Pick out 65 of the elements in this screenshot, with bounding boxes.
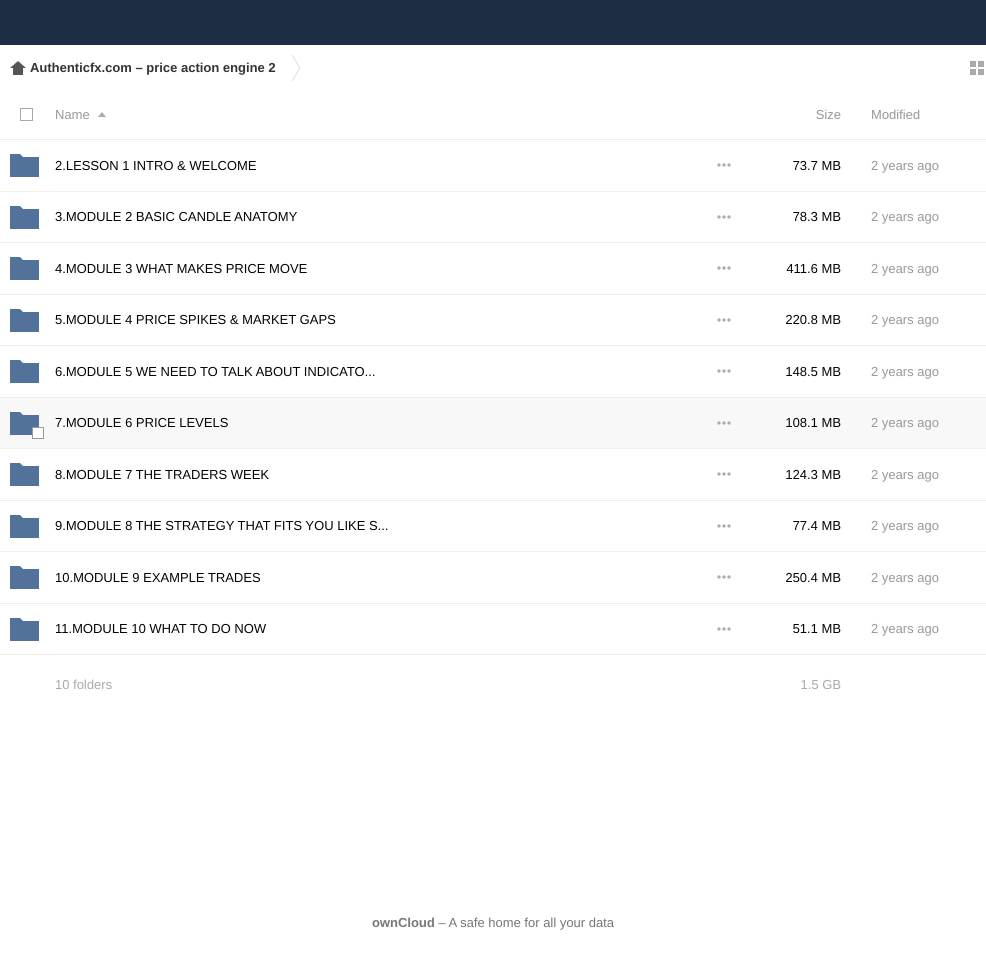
folder-row[interactable]: 5.MODULE 4 PRICE SPIKES & MARKET GAPS 220.8 MB 2 years ago [0,294,986,346]
modified-time: 2 years ago [870,208,940,226]
folder-icon [10,204,39,229]
folder-size: 78.3 MB [792,208,841,226]
folder-icon [10,616,39,641]
folder-name[interactable]: 6.MODULE 5 WE NEED TO TALK ABOUT INDICATO... [55,362,376,381]
chevron-icon [290,54,301,80]
modified-time: 2 years ago [870,414,940,432]
folder-icon [10,410,39,435]
folder-size: 148.5 MB [784,362,841,380]
folder-icon [10,462,39,486]
modified-time: 2 years ago [870,311,940,329]
more-options-icon[interactable] [717,626,731,631]
folder-name[interactable]: 9.MODULE 8 THE STRATEGY THAT FITS YOU LIKE S... [55,516,389,536]
folder-icon [10,256,39,280]
folder-row[interactable]: 11.MODULE 10 WHAT TO DO NOW 51.1 MB 2 years ago [0,604,986,655]
folder-row[interactable]: 9.MODULE 8 THE STRATEGY THAT FITS YOU LIKE S... 77.4 MB 2 years ago [0,500,986,552]
more-options-icon[interactable] [717,214,731,219]
modified-time: 2 years ago [870,466,940,484]
modified-time: 2 years ago [870,156,940,175]
folder-icon [10,153,39,178]
folder-name[interactable]: 4.MODULE 3 WHAT MAKES PRICE MOVE [55,258,308,278]
folder-icon [10,565,39,590]
footer-text: ownCloud – A safe home for all your data [372,914,614,932]
folder-name[interactable]: 11.MODULE 10 WHAT TO DO NOW [55,619,266,638]
folder-size: 220.8 MB [784,311,841,329]
folder-icon [10,514,39,538]
folder-size: 124.3 MB [784,466,841,484]
folder-size: 51.1 MB [792,620,841,638]
folder-row[interactable]: 7.MODULE 6 PRICE LEVELS 108.1 MB 2 years ago [0,398,986,449]
folder-size: 77.4 MB [792,517,841,535]
modified-time: 2 years ago [870,620,940,638]
more-options-icon[interactable] [717,163,731,168]
modified-time: 2 years ago [870,260,940,278]
more-options-icon[interactable] [717,318,731,322]
row-checkbox[interactable] [32,426,44,439]
folder-size: 73.7 MB [792,156,841,174]
folder-name[interactable]: 10.MODULE 9 EXAMPLE TRADES [55,568,261,587]
folder-row[interactable]: 3.MODULE 2 BASIC CANDLE ANATOMY 78.3 MB 2 years ago [0,192,986,243]
folder-count: 10 folders [54,676,112,694]
folder-icon [10,359,39,384]
modified-time: 2 years ago [870,362,940,381]
folder-size: 108.1 MB [784,414,841,432]
folder-name[interactable]: 3.MODULE 2 BASIC CANDLE ANATOMY [55,207,298,226]
sort-up-icon [98,112,106,117]
home-icon[interactable] [10,60,26,74]
more-options-icon[interactable] [717,575,731,580]
total-size: 1.5 GB [800,676,841,694]
select-all-checkbox[interactable] [20,108,33,121]
more-options-icon[interactable] [717,524,731,528]
breadcrumb-link[interactable]: Authenticfx.com – price action engine 2 [30,58,276,78]
folder-name[interactable]: 5.MODULE 4 PRICE SPIKES & MARKET GAPS [55,310,336,330]
folder-name[interactable]: 8.MODULE 7 THE TRADERS WEEK [55,464,270,484]
folder-size: 250.4 MB [784,568,841,586]
folder-name[interactable]: 7.MODULE 6 PRICE LEVELS [55,413,228,432]
folder-icon [10,308,39,332]
more-options-icon[interactable] [717,266,731,270]
modified-time: 2 years ago [870,568,940,587]
more-options-icon[interactable] [717,472,731,476]
grid-view-icon[interactable] [970,60,984,74]
more-options-icon[interactable] [717,420,731,425]
more-options-icon[interactable] [717,369,731,374]
folder-name[interactable]: 2.LESSON 1 INTRO & WELCOME [55,156,257,175]
folder-size: 411.6 MB [785,260,841,278]
modified-time: 2 years ago [870,517,940,535]
